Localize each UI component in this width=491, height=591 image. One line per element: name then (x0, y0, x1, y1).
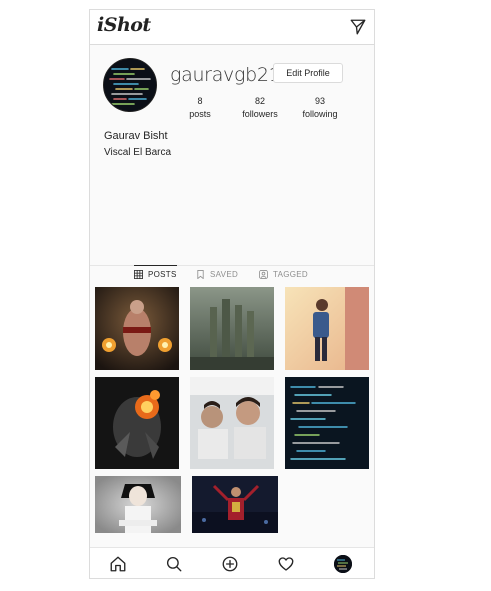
stat-following-count: 93 (314, 96, 325, 106)
profile-username: gauravgb21 (170, 64, 281, 86)
search-icon[interactable] (165, 555, 183, 573)
tab-tagged-label: TAGGED (273, 269, 308, 279)
stat-following-label: following (302, 109, 338, 119)
profile-bio: Viscal El Barca (104, 147, 172, 158)
bottom-nav (90, 547, 374, 578)
post-thumbnail[interactable] (285, 377, 369, 469)
tabs-divider (90, 265, 374, 266)
stat-following[interactable]: 93 following (290, 95, 350, 121)
stat-posts-count: 8 (197, 96, 203, 106)
tab-tagged[interactable]: TAGGED (259, 267, 308, 281)
stat-followers-count: 82 (254, 96, 265, 106)
post-thumbnail[interactable] (190, 377, 274, 469)
app-frame: iShot gauravgb21 Edit Profile 8 posts 82… (89, 9, 375, 579)
tab-posts[interactable]: POSTS (134, 265, 177, 281)
post-thumbnail[interactable] (95, 287, 179, 370)
heart-icon[interactable] (277, 555, 295, 573)
post-thumbnail[interactable] (285, 287, 369, 370)
bookmark-icon (197, 269, 204, 279)
post-thumbnail[interactable] (95, 377, 179, 469)
post-thumbnail[interactable] (95, 476, 181, 533)
profile-full-name: Gaurav Bisht (104, 130, 168, 142)
top-bar: iShot (90, 10, 374, 45)
stat-posts-label: posts (189, 109, 211, 119)
home-icon[interactable] (109, 555, 127, 573)
tab-posts-label: POSTS (148, 270, 177, 279)
grid-icon (134, 270, 143, 279)
stat-posts[interactable]: 8 posts (170, 95, 230, 121)
profile-avatar[interactable] (103, 58, 157, 112)
profile-nav-avatar[interactable] (334, 555, 352, 573)
stat-followers[interactable]: 82 followers (230, 95, 290, 121)
brand-logo[interactable]: iShot (97, 14, 151, 36)
post-thumbnail[interactable] (190, 287, 274, 370)
tab-saved-label: SAVED (210, 269, 239, 279)
paper-plane-icon[interactable] (349, 18, 367, 36)
post-thumbnail[interactable] (192, 476, 278, 533)
edit-profile-button[interactable]: Edit Profile (273, 63, 343, 83)
tab-saved[interactable]: SAVED (196, 267, 238, 281)
stat-followers-label: followers (242, 109, 278, 119)
tag-user-icon (259, 269, 268, 279)
add-icon[interactable] (221, 555, 239, 573)
